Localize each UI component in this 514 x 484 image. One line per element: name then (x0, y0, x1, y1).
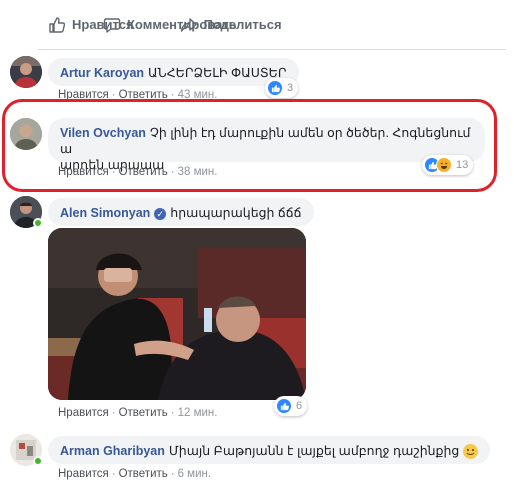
smiley-emoji-icon (462, 444, 478, 460)
comment-bubble: Vilen Ovchyan Չի լինի էդ մարուքին ամեն օր… (48, 118, 485, 172)
reaction-count: 13 (456, 159, 469, 171)
haha-reaction-icon (436, 157, 452, 173)
comment-time[interactable]: 6 мин. (178, 468, 211, 480)
reaction-summary[interactable]: 13 (422, 155, 474, 175)
comment-meta: Нравится · Ответить · 38 мин. (58, 166, 218, 178)
comment-reply-link[interactable]: Ответить (119, 166, 168, 178)
photo-parliament-scene (48, 228, 306, 400)
comment-like-link[interactable]: Нравится (58, 166, 109, 178)
comment-text: հրապարակեցի ճճճ (170, 206, 302, 220)
comment-label: Комментировать (127, 17, 237, 32)
post-action-bar: Нравится Комментировать Поделиться (38, 0, 506, 50)
reaction-count: 6 (296, 400, 303, 412)
like-reaction-icon (276, 398, 292, 414)
thumbs-up-icon (49, 16, 66, 33)
comment-like-link[interactable]: Нравится (58, 468, 109, 480)
comment-like-link[interactable]: Нравится (58, 407, 109, 419)
comment-button[interactable]: Комментировать (103, 16, 237, 34)
comment-author[interactable]: Arman Gharibyan (60, 444, 165, 458)
online-status-indicator (33, 456, 43, 466)
comment-reply-link[interactable]: Ответить (119, 407, 168, 419)
verified-badge-icon: ✓ (154, 207, 167, 220)
comment-bubble: Arman Gharibyan Միայն Բաթոյանն է լայքել ա… (48, 436, 490, 464)
online-status-indicator (33, 218, 43, 228)
avatar-photo (10, 56, 42, 88)
comment-reply-link[interactable]: Ответить (119, 468, 168, 480)
comment-time[interactable]: 38 мин. (178, 166, 218, 178)
reaction-summary[interactable]: 3 (265, 78, 299, 98)
comment-attached-photo[interactable] (48, 228, 306, 400)
comment-author[interactable]: Vilen Ovchyan (60, 126, 146, 140)
comment-text: Միայն Բաթոյանն է լայքել ամբողջ դաշինքից (168, 444, 460, 458)
comment-item: Arman Gharibyan Միայն Բաթոյանն է լայքել ա… (10, 434, 500, 482)
comment-bubble: Alen Simonyan ✓ հրապարակեցի ճճճ (48, 198, 314, 226)
comment-text: ԱՆՀԵՐՁԵԼԻ ՓԱՍՏԵՐ (148, 66, 287, 80)
avatar[interactable] (10, 56, 42, 88)
reaction-summary[interactable]: 6 (274, 396, 308, 416)
reaction-count: 3 (287, 82, 294, 94)
comment-author[interactable]: Alen Simonyan (60, 206, 150, 220)
comment-bubble: Artur Karoyan ԱՆՀԵՐՁԵԼԻ ՓԱՍՏԵՐ (48, 58, 299, 86)
comment-time[interactable]: 12 мин. (178, 407, 218, 419)
comment-author[interactable]: Artur Karoyan (60, 66, 144, 80)
avatar-photo (10, 118, 42, 150)
comment-item: Artur Karoyan ԱՆՀԵՐՁԵԼԻ ՓԱՍՏԵՐ 3 Нравится… (10, 56, 500, 101)
avatar[interactable] (10, 118, 42, 150)
comment-meta: Нравится · Ответить · 12 мин. (58, 407, 218, 419)
comment-meta: Нравится · Ответить · 6 мин. (58, 468, 212, 480)
comment-item: Vilen Ovchyan Չի լինի էդ մարուքին ամեն օր… (10, 118, 495, 182)
like-reaction-icon (267, 80, 283, 96)
speech-bubble-icon (103, 17, 121, 33)
